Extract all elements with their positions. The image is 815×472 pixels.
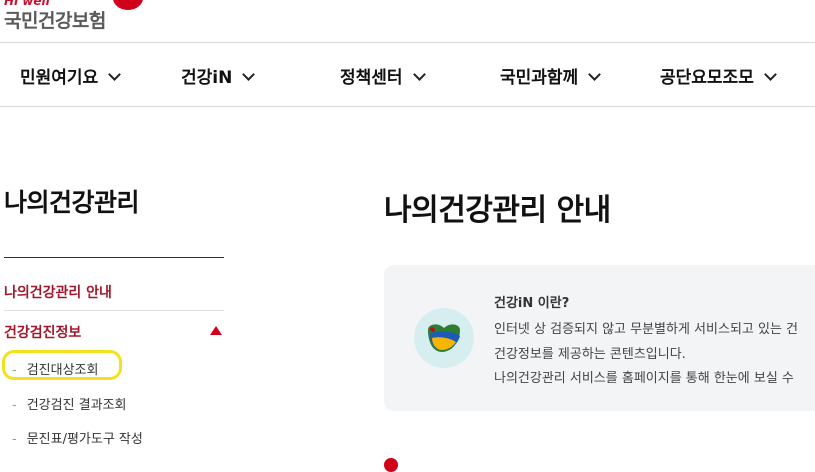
bullet-icon: [384, 458, 398, 472]
logo-text[interactable]: 국민건강보험: [4, 6, 106, 33]
global-nav: 민원여기요 건강iN 정책센터 국민과함께 공단요모조모: [0, 43, 815, 107]
sidebar-subitem-checkup-target[interactable]: - 검진대상조회: [12, 359, 98, 378]
sidebar-item-my-health-guide[interactable]: 나의건강관리 안내: [4, 282, 112, 302]
nav-item-label: 국민과함께: [500, 68, 579, 88]
nav-item-label: 건강iN: [181, 68, 233, 88]
page-title: 나의건강관리 안내: [384, 193, 611, 228]
dash-marker: -: [12, 398, 17, 413]
sidebar-item-checkup-info[interactable]: 건강검진정보: [4, 322, 81, 342]
chevron-down-icon: [108, 68, 122, 81]
sidebar-subitem-questionnaire[interactable]: - 문진표/평가도구 작성: [12, 428, 143, 447]
info-text-line: 건강정보를 제공하는 콘텐츠입니다.: [494, 347, 686, 362]
subitem-label: 건강검진 결과조회: [26, 398, 127, 413]
sidebar-divider: [4, 310, 224, 311]
collapse-triangle-icon[interactable]: [210, 326, 222, 335]
site-header: Hi well 국민건강보험: [0, 0, 815, 43]
nav-item-with-citizens[interactable]: 국민과함께: [500, 63, 602, 88]
nav-item-label: 민원여기요: [20, 68, 99, 88]
chevron-down-icon: [412, 68, 426, 81]
dash-marker: -: [12, 432, 17, 447]
info-heading: 건강iN 이란?: [494, 296, 570, 311]
nav-item-civil-service[interactable]: 민원여기요: [20, 63, 122, 88]
sidebar-title: 나의건강관리: [4, 188, 140, 217]
chevron-down-icon: [242, 68, 256, 81]
subitem-label: 검진대상조회: [26, 363, 99, 378]
subitem-label: 문진표/평가도구 작성: [26, 432, 143, 447]
info-text-line: 인터넷 상 검증되지 않고 무분별하게 서비스되고 있는 건: [494, 322, 799, 337]
nav-item-about-nhis[interactable]: 공단요모조모: [660, 63, 777, 88]
nav-item-label: 공단요모조모: [660, 68, 754, 88]
info-text-line: 나의건강관리 서비스를 홈페이지를 통해 한눈에 보실 수: [494, 371, 794, 386]
nav-item-policy-center[interactable]: 정책센터: [340, 63, 426, 88]
chevron-down-icon: [588, 68, 602, 81]
nav-item-label: 정책센터: [340, 68, 403, 88]
nav-item-health-in[interactable]: 건강iN: [181, 63, 256, 88]
dash-marker: -: [12, 363, 17, 378]
logo-mark-icon[interactable]: [113, 0, 143, 10]
chevron-down-icon: [763, 68, 777, 81]
health-in-logo-icon: [414, 308, 474, 368]
sidebar-divider: [4, 257, 224, 258]
sidebar-subitem-checkup-results[interactable]: - 건강검진 결과조회: [12, 394, 127, 413]
